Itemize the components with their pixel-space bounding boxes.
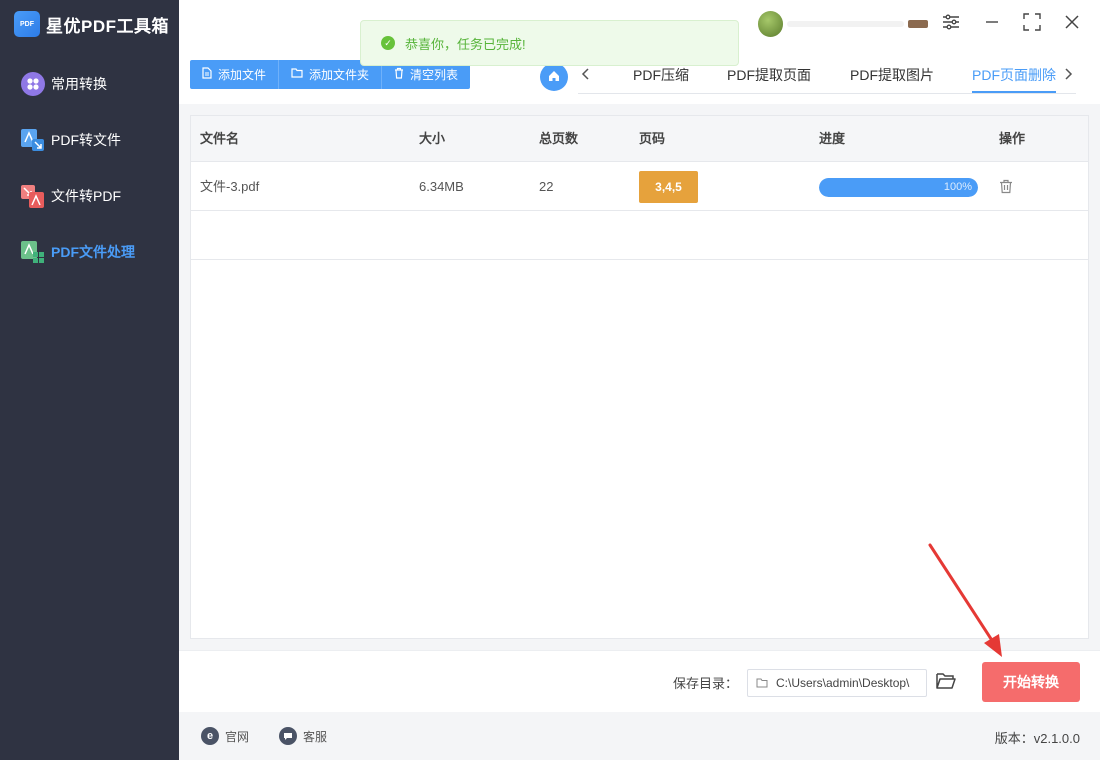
- file-to-pdf-icon: [20, 183, 46, 209]
- progress-text: 100%: [943, 181, 972, 193]
- settings-button[interactable]: [939, 11, 963, 35]
- home-icon: [547, 69, 561, 86]
- avatar[interactable]: [758, 11, 784, 37]
- sliders-icon: [942, 14, 960, 33]
- sidebar-item-label: 文件转PDF: [51, 188, 121, 204]
- empty-row: [191, 212, 1088, 260]
- logo-text: PDF: [20, 20, 34, 28]
- chat-bubble-icon: [279, 727, 297, 745]
- table-row[interactable]: 文件-3.pdf 6.34MB 22 3,4,5 100%: [191, 163, 1088, 211]
- website-link[interactable]: e 官网: [201, 726, 249, 746]
- support-label: 客服: [303, 729, 328, 744]
- cell-total-pages: 22: [539, 179, 554, 194]
- file-icon: [202, 67, 212, 82]
- page-codes-badge[interactable]: 3,4,5: [639, 171, 698, 203]
- footer: e 官网 客服 版本：v2.1.0.0: [179, 712, 1100, 760]
- tab-pdf-extract-pages[interactable]: PDF提取页面: [727, 60, 811, 93]
- file-table: 文件名 大小 总页数 页码 进度 操作 文件-3.pdf 6.34MB 22 3…: [190, 115, 1089, 639]
- col-header-page-codes: 页码: [639, 131, 666, 146]
- save-dir-label: 保存目录：: [673, 676, 739, 691]
- minimize-icon: [984, 14, 1000, 33]
- fullscreen-icon: [1023, 12, 1041, 34]
- username-redacted: [787, 21, 905, 27]
- start-convert-button[interactable]: 开始转换: [982, 662, 1080, 702]
- check-circle-icon: ✓: [381, 36, 395, 50]
- vip-badge-icon: [908, 20, 928, 28]
- maximize-button[interactable]: [1020, 11, 1044, 35]
- folder-outline-icon: [756, 678, 768, 688]
- toast-message: 恭喜你，任务已完成!: [405, 36, 526, 52]
- chevron-right-icon: [1063, 67, 1073, 86]
- cell-file-name: 文件-3.pdf: [200, 179, 260, 194]
- bottom-bar: 保存目录： C:\Users\admin\Desktop\ 开始转换: [179, 650, 1100, 712]
- home-button[interactable]: [540, 63, 568, 91]
- sidebar-item-label: 常用转换: [51, 76, 107, 92]
- user-area[interactable]: [758, 10, 928, 38]
- tabs-next-button[interactable]: [1060, 64, 1076, 88]
- progress-bar: 100%: [819, 178, 978, 197]
- top-bar: 添加文件 添加文件夹 清空列表 PDF压缩 PDF提取页面 PDF提取图片 PD…: [179, 0, 1100, 104]
- app-title: 星优PDF工具箱: [46, 16, 169, 36]
- brand: PDF 星优PDF工具箱: [14, 10, 169, 38]
- add-folder-label: 添加文件夹: [309, 68, 370, 82]
- save-dir-value: C:\Users\admin\Desktop\: [776, 676, 910, 690]
- close-icon: [1064, 14, 1080, 33]
- browse-folder-button[interactable]: [935, 671, 959, 695]
- cell-file-size: 6.34MB: [419, 179, 464, 194]
- sidebar-item-pdf-to-file[interactable]: PDF转文件: [0, 120, 179, 160]
- tab-pdf-extract-images[interactable]: PDF提取图片: [850, 60, 934, 93]
- main-area: 添加文件 添加文件夹 清空列表 PDF压缩 PDF提取页面 PDF提取图片 PD…: [179, 0, 1100, 760]
- minimize-button[interactable]: [980, 11, 1004, 35]
- version-text: 版本：v2.1.0.0: [994, 731, 1080, 746]
- sidebar-item-label: PDF转文件: [51, 132, 121, 148]
- app-logo-icon: PDF: [14, 11, 40, 37]
- col-header-pages: 总页数: [539, 131, 579, 146]
- trash-icon: [999, 179, 1013, 197]
- sidebar-item-pdf-process[interactable]: PDF文件处理: [0, 232, 179, 272]
- grid-icon: [20, 71, 46, 97]
- clear-list-label: 清空列表: [410, 68, 459, 82]
- pdf-to-file-icon: [20, 127, 46, 153]
- close-button[interactable]: [1060, 11, 1084, 35]
- ie-icon: e: [201, 727, 219, 745]
- col-header-progress: 进度: [819, 131, 846, 146]
- tab-pdf-delete-pages[interactable]: PDF页面删除: [972, 60, 1056, 93]
- folder-icon: [291, 68, 303, 81]
- trash-icon: [394, 67, 404, 82]
- sidebar-item-file-to-pdf[interactable]: 文件转PDF: [0, 176, 179, 216]
- success-toast: ✓ 恭喜你，任务已完成!: [360, 20, 739, 66]
- col-header-size: 大小: [419, 131, 446, 146]
- save-dir-input[interactable]: C:\Users\admin\Desktop\: [747, 669, 927, 697]
- sidebar: PDF 星优PDF工具箱 常用转换 PDF转文件 文件转PDF PDF文件处理: [0, 0, 179, 760]
- add-file-button[interactable]: 添加文件: [190, 60, 280, 89]
- sidebar-item-common-convert[interactable]: 常用转换: [0, 64, 179, 104]
- add-file-label: 添加文件: [218, 68, 267, 82]
- table-header: 文件名 大小 总页数 页码 进度 操作: [191, 116, 1088, 162]
- open-folder-icon: [935, 673, 957, 694]
- delete-row-button[interactable]: [999, 179, 1015, 195]
- website-label: 官网: [225, 729, 250, 744]
- pdf-process-icon: [20, 239, 46, 265]
- col-header-action: 操作: [999, 131, 1026, 146]
- col-header-name: 文件名: [200, 131, 240, 146]
- support-link[interactable]: 客服: [279, 726, 327, 746]
- sidebar-item-label: PDF文件处理: [51, 244, 135, 260]
